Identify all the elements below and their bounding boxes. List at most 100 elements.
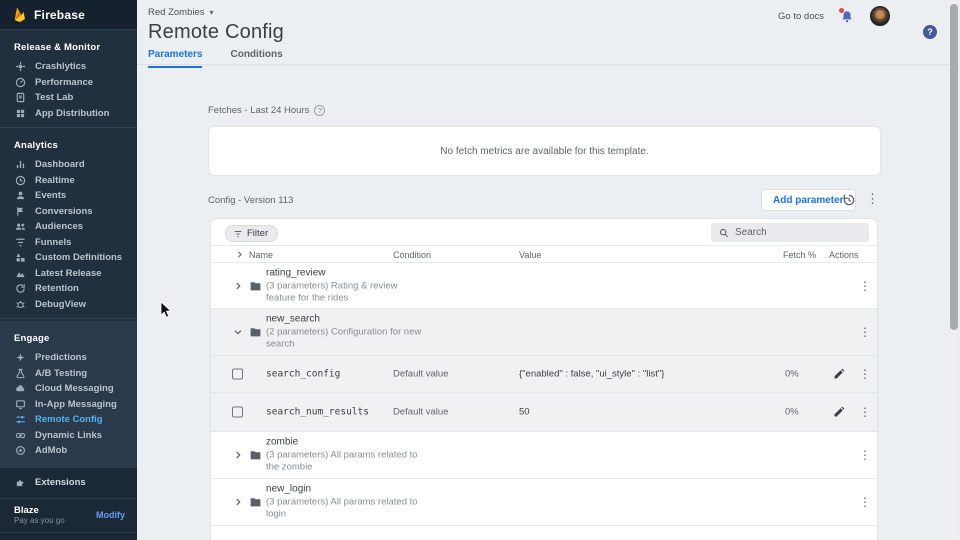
parameter-condition: Default value bbox=[393, 407, 448, 418]
sidebar-item-realtime[interactable]: Realtime bbox=[0, 173, 137, 189]
section-release-monitor: Release & Monitor Crashlytics Performanc… bbox=[0, 30, 137, 127]
col-condition: Condition bbox=[393, 250, 431, 260]
chevron-right-icon[interactable] bbox=[233, 281, 243, 291]
row-overflow-icon[interactable]: ⋮ bbox=[859, 279, 871, 293]
sidebar-item-label: Latest Release bbox=[35, 268, 102, 279]
edit-pencil-icon[interactable] bbox=[833, 406, 845, 418]
firebase-logo[interactable]: Firebase bbox=[0, 0, 137, 30]
version-history-icon[interactable] bbox=[842, 193, 856, 207]
row-overflow-icon[interactable]: ⋮ bbox=[859, 448, 871, 462]
chat-bubble-icon bbox=[15, 399, 26, 410]
table-row[interactable]: rating_review (3 parameters) Rating & re… bbox=[211, 263, 878, 309]
sidebar-item-in-app-messaging[interactable]: In-App Messaging bbox=[0, 397, 137, 413]
flask-icon bbox=[15, 368, 26, 379]
speedometer-icon bbox=[15, 77, 26, 88]
sidebar-item-crashlytics[interactable]: Crashlytics bbox=[0, 59, 137, 75]
sidebar-item-latest-release[interactable]: Latest Release bbox=[0, 266, 137, 282]
sidebar-item-funnels[interactable]: Funnels bbox=[0, 235, 137, 251]
document-icon bbox=[15, 92, 26, 103]
sidebar-item-label: DebugView bbox=[35, 299, 86, 310]
sidebar-item-cloud-messaging[interactable]: Cloud Messaging bbox=[0, 381, 137, 397]
sidebar-item-retention[interactable]: Retention bbox=[0, 281, 137, 297]
col-value: Value bbox=[519, 250, 541, 260]
fetch-percent: 0% bbox=[785, 407, 799, 418]
shapes-icon bbox=[15, 252, 26, 263]
help-button[interactable]: ? bbox=[923, 25, 937, 39]
sidebar-item-label: Predictions bbox=[35, 352, 87, 363]
expand-all-icon[interactable] bbox=[235, 250, 244, 259]
plan-modify-link[interactable]: Modify bbox=[96, 510, 125, 520]
sidebar-item-label: Dynamic Links bbox=[35, 430, 102, 441]
section-label: Engage bbox=[0, 329, 137, 350]
notifications-button[interactable] bbox=[840, 9, 854, 24]
sidebar-item-ab-testing[interactable]: A/B Testing bbox=[0, 366, 137, 382]
section-analytics: Analytics Dashboard Realtime Events Conv… bbox=[0, 128, 137, 318]
table-row[interactable]: search_config Default value {"enabled" :… bbox=[211, 356, 878, 393]
group-name: zombie bbox=[266, 437, 426, 448]
group-name: rating_review bbox=[266, 267, 426, 278]
sidebar-item-admob[interactable]: AdMob bbox=[0, 443, 137, 459]
tab-parameters[interactable]: Parameters bbox=[148, 49, 202, 68]
row-checkbox[interactable] bbox=[232, 369, 243, 380]
row-overflow-icon[interactable]: ⋮ bbox=[859, 325, 871, 339]
sidebar-item-performance[interactable]: Performance bbox=[0, 75, 137, 91]
sidebar-item-audiences[interactable]: Audiences bbox=[0, 219, 137, 235]
chevron-right-icon[interactable] bbox=[233, 497, 243, 507]
sidebar-item-label: Custom Definitions bbox=[35, 252, 122, 263]
sidebar-item-dashboard[interactable]: Dashboard bbox=[0, 157, 137, 173]
sidebar-item-remote-config[interactable]: Remote Config bbox=[0, 412, 137, 428]
edit-pencil-icon[interactable] bbox=[833, 368, 845, 380]
header-divider bbox=[137, 64, 960, 65]
link-icon bbox=[15, 430, 26, 441]
sidebar-item-extensions[interactable]: Extensions bbox=[0, 468, 137, 498]
filter-chip[interactable]: Filter bbox=[225, 225, 278, 242]
row-overflow-icon[interactable]: ⋮ bbox=[859, 495, 871, 509]
folder-icon bbox=[249, 279, 262, 292]
question-mark-icon: ? bbox=[927, 27, 933, 37]
sidebar-item-label: AdMob bbox=[35, 445, 67, 456]
sidebar-item-predictions[interactable]: Predictions bbox=[0, 350, 137, 366]
parameter-value: {"enabled" : false, "ui_style" : "list"} bbox=[519, 369, 664, 380]
fetch-percent: 0% bbox=[785, 369, 799, 380]
row-checkbox[interactable] bbox=[232, 407, 243, 418]
help-circle-icon[interactable]: ? bbox=[314, 105, 325, 116]
project-selector[interactable]: Red Zombies ▾ bbox=[148, 7, 214, 18]
row-overflow-icon[interactable]: ⋮ bbox=[859, 367, 871, 381]
sidebar-item-label: Dashboard bbox=[35, 159, 85, 170]
fetches-label: Fetches - Last 24 Hours ? bbox=[208, 105, 325, 116]
sidebar-item-conversions[interactable]: Conversions bbox=[0, 204, 137, 220]
sidebar-item-test-lab[interactable]: Test Lab bbox=[0, 90, 137, 106]
row-overflow-icon[interactable]: ⋮ bbox=[859, 405, 871, 419]
sidebar-item-custom-definitions[interactable]: Custom Definitions bbox=[0, 250, 137, 266]
group-description: (3 parameters) Rating & review feature f… bbox=[266, 280, 426, 304]
go-to-docs-link[interactable]: Go to docs bbox=[778, 11, 824, 22]
table-row[interactable]: zombie (3 parameters) All params related… bbox=[211, 432, 878, 479]
search-input[interactable] bbox=[735, 227, 845, 238]
tune-sliders-icon bbox=[15, 414, 26, 425]
tab-conditions[interactable]: Conditions bbox=[230, 49, 282, 68]
sidebar-item-label: Cloud Messaging bbox=[35, 383, 114, 394]
sidebar-item-dynamic-links[interactable]: Dynamic Links bbox=[0, 428, 137, 444]
sidebar-item-label: App Distribution bbox=[35, 108, 109, 119]
puzzle-icon bbox=[15, 477, 26, 488]
scrollbar-thumb[interactable] bbox=[950, 4, 958, 330]
chevron-down-icon[interactable] bbox=[233, 327, 243, 337]
topbar-actions: Go to docs bbox=[778, 6, 890, 26]
chevron-right-icon[interactable] bbox=[233, 450, 243, 460]
sidebar-item-debugview[interactable]: DebugView bbox=[0, 297, 137, 313]
group-description: (2 parameters) Configuration for new sea… bbox=[266, 327, 426, 351]
table-row[interactable]: new_search (2 parameters) Configuration … bbox=[211, 309, 878, 356]
parameter-name: search_config bbox=[266, 369, 340, 380]
parameters-table-card: Filter Name Condition Value Fetch % Acti… bbox=[210, 218, 878, 540]
overflow-menu-icon[interactable]: ⋮ bbox=[866, 191, 879, 207]
sidebar-collapse-button[interactable]: ‹ bbox=[0, 533, 137, 540]
bar-chart-icon bbox=[15, 159, 26, 170]
sidebar-item-app-distribution[interactable]: App Distribution bbox=[0, 106, 137, 122]
account-avatar[interactable] bbox=[870, 6, 890, 26]
table-row[interactable]: search_num_results Default value 50 0% ⋮ bbox=[211, 393, 878, 432]
folder-icon bbox=[249, 449, 262, 462]
table-row[interactable]: new_login (3 parameters) All params rela… bbox=[211, 479, 878, 526]
sidebar: Firebase Release & Monitor Crashlytics P… bbox=[0, 0, 137, 540]
funnel-bars-icon bbox=[15, 237, 26, 248]
sidebar-item-events[interactable]: Events bbox=[0, 188, 137, 204]
